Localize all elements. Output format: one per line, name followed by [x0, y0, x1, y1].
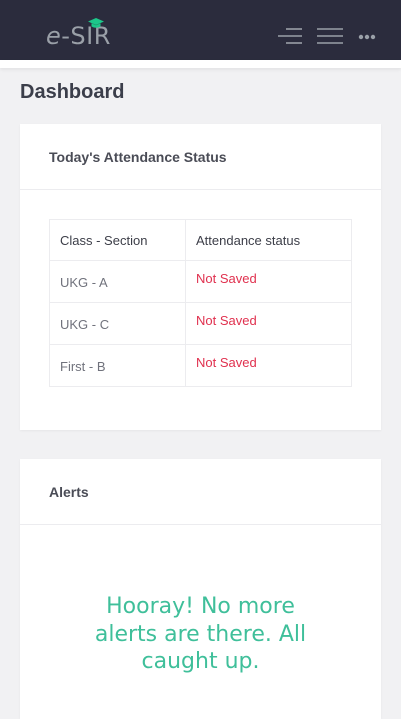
- hamburger-icon[interactable]: [317, 28, 343, 44]
- menu-lines-icon[interactable]: [276, 27, 302, 45]
- class-section-cell: First - B: [49, 344, 186, 387]
- attendance-table: Class - Section Attendance status UKG - …: [49, 219, 352, 387]
- alerts-card-header: Alerts: [20, 459, 381, 525]
- table-row: First - B Not Saved: [49, 344, 352, 387]
- page-title: Dashboard: [20, 81, 125, 103]
- attendance-status-cell: Not Saved: [185, 260, 352, 303]
- graduation-cap-icon: [88, 18, 104, 28]
- class-section-cell: UKG - A: [49, 260, 186, 303]
- attendance-status-cell: Not Saved: [185, 344, 352, 387]
- attendance-card: Today's Attendance Status Class - Sectio…: [20, 124, 381, 430]
- table-row: UKG - A Not Saved: [49, 260, 352, 303]
- alerts-card: Alerts Hooray! No more alerts are there.…: [20, 459, 381, 719]
- sub-navbar: [0, 60, 401, 68]
- attendance-status-cell: Not Saved: [185, 302, 352, 345]
- brand-logo[interactable]: e-SIR: [46, 18, 111, 50]
- class-section-cell: UKG - C: [49, 302, 186, 345]
- table-row: UKG - C Not Saved: [49, 302, 352, 345]
- more-dots-icon[interactable]: [358, 34, 376, 40]
- attendance-card-header: Today's Attendance Status: [20, 124, 381, 190]
- alerts-card-title: Alerts: [49, 483, 89, 500]
- table-header-row: Class - Section Attendance status: [49, 219, 352, 261]
- column-header-attendance-status: Attendance status: [185, 219, 352, 261]
- attendance-card-title: Today's Attendance Status: [49, 148, 227, 165]
- no-alerts-message: Hooray! No more alerts are there. All ca…: [94, 594, 307, 674]
- column-header-class-section: Class - Section: [49, 219, 186, 261]
- top-navbar: e-SIR: [0, 0, 401, 60]
